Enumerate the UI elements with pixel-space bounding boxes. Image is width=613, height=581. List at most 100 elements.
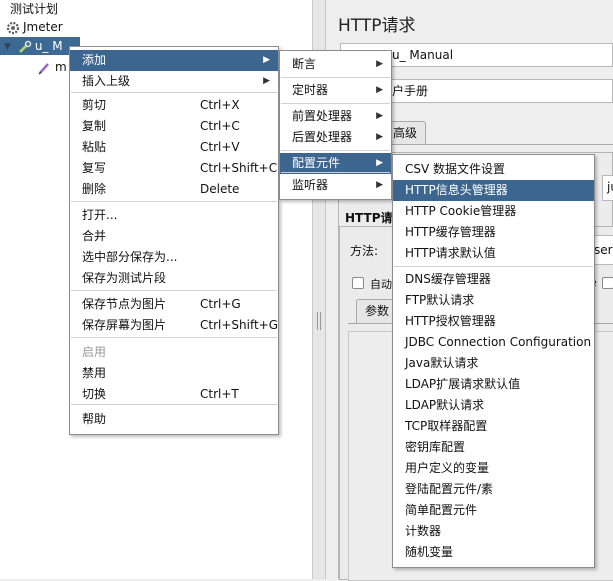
menu-item-label: 保存屏幕为图片 xyxy=(82,318,167,332)
tree-node-label: u_ M xyxy=(34,39,63,53)
menu-item-label: HTTP请求默认值 xyxy=(405,246,496,260)
splitter-grip[interactable] xyxy=(317,312,321,330)
menu-item-label: 配置元件 xyxy=(292,156,341,170)
menu-item-shortcut: Ctrl+V xyxy=(200,140,240,154)
tree-node-thread-group[interactable]: ▼ u_ M xyxy=(0,37,80,55)
context-menu-item-7[interactable]: 打开... xyxy=(70,205,278,226)
config-submenu-item-2[interactable]: HTTP Cookie管理器 xyxy=(393,201,594,222)
add-submenu-item-0[interactable]: 断言 ▶ xyxy=(280,54,391,75)
submenu-arrow-icon: ▶ xyxy=(376,85,383,95)
config-submenu-item-1[interactable]: HTTP信息头管理器 xyxy=(393,180,594,201)
context-menu-item-5[interactable]: 复写 Ctrl+Shift+C xyxy=(70,158,278,179)
menu-item-shortcut: Delete xyxy=(200,182,240,196)
config-submenu-item-10[interactable]: LDAP扩展请求默认值 xyxy=(393,374,594,395)
collapse-toggle-icon[interactable]: ▼ xyxy=(4,38,14,56)
context-menu-item-10[interactable]: 保存为测试片段 xyxy=(70,268,278,289)
wrench-icon xyxy=(18,40,32,54)
context-menu-item-8[interactable]: 合并 xyxy=(70,226,278,247)
menu-item-shortcut: Ctrl+T xyxy=(200,387,239,401)
config-submenu-item-0[interactable]: CSV 数据文件设置 xyxy=(393,159,594,180)
multipart-checkbox[interactable] xyxy=(602,277,613,289)
menu-item-label: DNS缓存管理器 xyxy=(405,272,491,286)
submenu-arrow-icon: ▶ xyxy=(376,158,383,168)
context-menu-item-14[interactable]: 禁用 xyxy=(70,363,278,384)
menu-item-label: HTTP信息头管理器 xyxy=(405,183,508,197)
menu-item-label: 粘贴 xyxy=(82,140,107,154)
config-submenu-item-17[interactable]: 计数器 xyxy=(393,521,594,542)
context-menu-item-13[interactable]: 启用 xyxy=(70,342,278,363)
menu-item-label: CSV 数据文件设置 xyxy=(405,162,506,176)
menu-separator xyxy=(71,92,277,93)
submenu-arrow-icon: ▶ xyxy=(376,111,383,121)
context-menu-item-12[interactable]: 保存屏幕为图片 Ctrl+Shift+G xyxy=(70,315,278,336)
tree-node-jmeter[interactable]: Jmeter xyxy=(6,18,63,36)
menu-item-label: 打开... xyxy=(82,208,118,222)
context-menu-item-1[interactable]: 插入上级 ▶ xyxy=(70,71,278,92)
tree-node-test-plan[interactable]: 测试计划 xyxy=(10,0,58,18)
config-submenu-item-7[interactable]: HTTP授权管理器 xyxy=(393,311,594,332)
pencil-icon xyxy=(38,61,52,75)
add-submenu-item-3[interactable]: 后置处理器 ▶ xyxy=(280,127,391,148)
context-menu-item-6[interactable]: 删除 Delete xyxy=(70,179,278,200)
menu-item-label: 计数器 xyxy=(405,524,442,538)
menu-item-label: 密钥库配置 xyxy=(405,440,466,454)
submenu-arrow-icon: ▶ xyxy=(376,132,383,142)
add-submenu-item-5[interactable]: 监听器 ▶ xyxy=(280,175,391,196)
auto-redirect-checkbox[interactable] xyxy=(352,277,364,289)
tab-label: 参数 xyxy=(365,304,390,318)
config-submenu-item-4[interactable]: HTTP请求默认值 xyxy=(393,243,594,264)
menu-item-label: 帮助 xyxy=(82,412,107,426)
context-menu-item-11[interactable]: 保存节点为图片 Ctrl+G xyxy=(70,294,278,315)
menu-item-label: HTTP Cookie管理器 xyxy=(405,204,517,218)
add-submenu-item-2[interactable]: 前置处理器 ▶ xyxy=(280,106,391,127)
config-submenu-item-16[interactable]: 简单配置元件 xyxy=(393,500,594,521)
config-submenu-item-5[interactable]: DNS缓存管理器 xyxy=(393,269,594,290)
add-submenu-item-1[interactable]: 定时器 ▶ xyxy=(280,80,391,101)
submenu-arrow-icon: ▶ xyxy=(376,180,383,190)
menu-item-label: 删除 xyxy=(82,182,107,196)
tab-label: 高级 xyxy=(393,126,418,140)
menu-item-label: HTTP授权管理器 xyxy=(405,314,496,328)
menu-separator xyxy=(71,201,277,202)
menu-separator xyxy=(281,77,390,78)
config-submenu-item-14[interactable]: 用户定义的变量 xyxy=(393,458,594,479)
context-menu-item-4[interactable]: 粘贴 Ctrl+V xyxy=(70,137,278,158)
server-dropdown[interactable]: ju xyxy=(602,175,613,201)
add-submenu-item-4[interactable]: 配置元件 ▶ xyxy=(280,153,391,174)
config-submenu-item-6[interactable]: FTP默认请求 xyxy=(393,290,594,311)
config-submenu-item-15[interactable]: 登陆配置元件/素 xyxy=(393,479,594,500)
tree-node-label: Jmeter xyxy=(23,20,63,34)
context-menu-item-16[interactable]: 帮助 xyxy=(70,409,278,430)
menu-item-label: 监听器 xyxy=(292,178,329,192)
menu-item-shortcut: Ctrl+X xyxy=(200,98,240,112)
config-submenu-item-18[interactable]: 随机变量 xyxy=(393,542,594,563)
menu-separator xyxy=(71,290,277,291)
menu-item-label: JDBC Connection Configuration xyxy=(405,335,592,349)
config-submenu-item-12[interactable]: TCP取样器配置 xyxy=(393,416,594,437)
submenu-arrow-icon: ▶ xyxy=(263,55,270,65)
context-menu-item-0[interactable]: 添加 ▶ xyxy=(70,50,278,71)
config-submenu-item-11[interactable]: LDAP默认请求 xyxy=(393,395,594,416)
config-submenu-item-3[interactable]: HTTP缓存管理器 xyxy=(393,222,594,243)
context-menu-item-15[interactable]: 切换 Ctrl+T xyxy=(70,384,278,405)
menu-item-shortcut: Ctrl+Shift+C xyxy=(200,161,278,175)
menu-separator xyxy=(71,404,277,405)
menu-separator xyxy=(281,172,390,173)
context-menu-item-2[interactable]: 剪切 Ctrl+X xyxy=(70,95,278,116)
context-menu-item-9[interactable]: 选中部分保存为... xyxy=(70,247,278,268)
menu-item-label: 断言 xyxy=(292,57,317,71)
menu-item-label: HTTP缓存管理器 xyxy=(405,225,496,239)
menu-separator xyxy=(281,103,390,104)
tree-node-sampler[interactable]: m xyxy=(38,58,67,76)
menu-separator xyxy=(281,150,390,151)
menu-separator xyxy=(71,337,277,338)
config-submenu-item-9[interactable]: Java默认请求 xyxy=(393,353,594,374)
menu-item-label: TCP取样器配置 xyxy=(405,419,488,433)
submenu-arrow-icon: ▶ xyxy=(263,76,270,86)
menu-item-label: 随机变量 xyxy=(405,545,454,559)
config-submenu-item-13[interactable]: 密钥库配置 xyxy=(393,437,594,458)
context-menu-item-3[interactable]: 复制 Ctrl+C xyxy=(70,116,278,137)
menu-item-label: FTP默认请求 xyxy=(405,293,475,307)
menu-item-label: 用户定义的变量 xyxy=(405,461,490,475)
config-submenu-item-8[interactable]: JDBC Connection Configuration xyxy=(393,332,594,353)
